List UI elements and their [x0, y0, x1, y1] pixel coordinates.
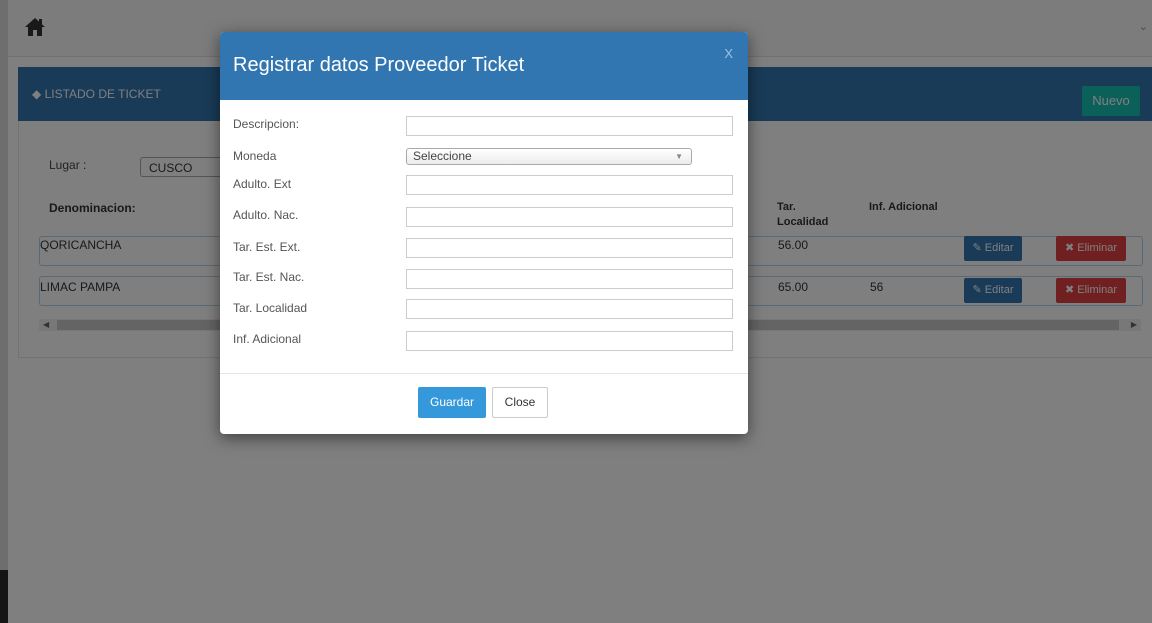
modal-title: Registrar datos Proveedor Ticket [233, 54, 525, 76]
tar-est-ext-input[interactable] [406, 238, 733, 258]
modal-footer-divider [220, 373, 748, 374]
save-button[interactable]: Guardar [418, 387, 486, 418]
modal-close-icon[interactable]: X [724, 46, 733, 61]
adulto-ext-input[interactable] [406, 175, 733, 195]
modal-dialog: Registrar datos Proveedor Ticket X Descr… [220, 32, 748, 434]
tar-est-ext-label: Tar. Est. Ext. [233, 240, 301, 254]
adulto-nac-label: Adulto. Nac. [233, 208, 299, 222]
descripcion-input[interactable] [406, 116, 733, 136]
adulto-ext-label: Adulto. Ext [233, 177, 292, 191]
inf-adicional-label: Inf. Adicional [233, 332, 302, 346]
inf-adicional-input[interactable] [406, 331, 733, 351]
adulto-nac-input[interactable] [406, 207, 733, 227]
tar-est-nac-label: Tar. Est. Nac. [233, 270, 305, 284]
moneda-label: Moneda [233, 149, 277, 163]
descripcion-label: Descripcion: [233, 117, 300, 131]
moneda-select-value: Seleccione [413, 149, 472, 163]
tar-localidad-label: Tar. Localidad [233, 301, 308, 315]
moneda-select[interactable]: Seleccione ▼ [406, 148, 692, 165]
chevron-down-icon: ▼ [675, 152, 683, 161]
tar-localidad-input[interactable] [406, 299, 733, 319]
tar-est-nac-input[interactable] [406, 269, 733, 289]
close-button[interactable]: Close [492, 387, 548, 418]
modal-header: Registrar datos Proveedor Ticket X [220, 32, 748, 100]
